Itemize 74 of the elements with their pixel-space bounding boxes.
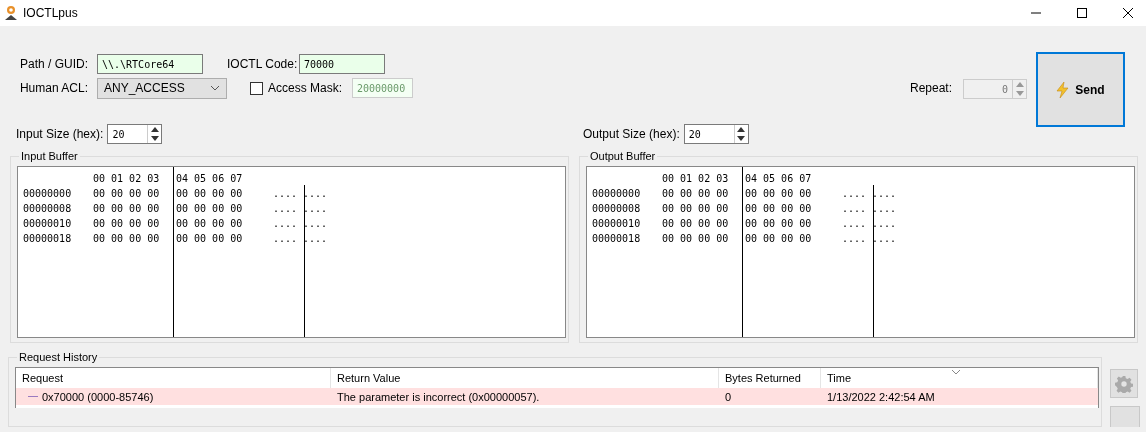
lightning-icon [1056, 81, 1071, 98]
ascii-text: .... [302, 203, 328, 214]
ascii-text: .... [842, 233, 868, 244]
address-text: 00000018 [22, 233, 73, 244]
ascii-text: .... [273, 218, 299, 229]
address-text: 00000008 [22, 203, 73, 214]
acl-dropdown[interactable]: ANY_ACCESS [97, 77, 227, 99]
path-label: Path / GUID: [18, 57, 88, 71]
send-button[interactable]: Send [1036, 52, 1125, 127]
hex-bytes: 00 00 00 00 [175, 203, 244, 214]
ascii-text: .... [871, 233, 897, 244]
ioctl-code-field[interactable]: 70000 [299, 54, 385, 74]
hex-bytes: 00 00 00 00 [93, 188, 161, 199]
ascii-text: .... [302, 188, 328, 199]
column-header: 04 05 06 07 [744, 173, 813, 184]
ascii-text: .... [302, 233, 328, 244]
hex-bytes: 00 00 00 00 [93, 233, 161, 244]
address-text: 00000000 [22, 188, 73, 199]
hex-bytes: 00 00 00 00 [93, 203, 161, 214]
repeat-label: Repeat: [909, 81, 952, 95]
address-text: 00000018 [591, 233, 642, 244]
tree-line-icon [28, 396, 38, 397]
table-cell: 0 [725, 390, 732, 403]
group-title: Request History [18, 351, 99, 363]
gear-icon [1115, 374, 1133, 393]
path-field[interactable]: \\.\RTCore64 [97, 54, 203, 74]
table-cell: 0x70000 (0000-85746) [42, 390, 154, 403]
close-icon[interactable] [1122, 7, 1134, 19]
column-header: 00 01 02 03 [93, 173, 161, 184]
hex-bytes: 00 00 00 00 [175, 218, 244, 229]
hex-bytes: 00 00 00 00 [744, 233, 813, 244]
column-header: 00 01 02 03 [662, 173, 730, 184]
hex-bytes: 00 00 00 00 [175, 233, 244, 244]
ascii-text: .... [842, 203, 868, 214]
ascii-text: .... [273, 188, 299, 199]
table-cell: 1/13/2022 2:42:54 AM [827, 390, 935, 403]
window-title: IOCTLpus [23, 6, 78, 20]
output-size-spinner[interactable]: 20 [683, 124, 749, 144]
hex-bytes: 00 00 00 00 [662, 188, 730, 199]
maximize-icon[interactable] [1076, 7, 1088, 19]
hex-bytes: 00 00 00 00 [744, 188, 813, 199]
chevron-icon [210, 85, 220, 91]
access-mask-label: Access Mask: [268, 81, 343, 95]
hex-bytes: 00 00 00 00 [662, 233, 730, 244]
ascii-text: .... [302, 218, 328, 229]
address-text: 00000008 [591, 203, 642, 214]
ascii-text: .... [871, 203, 897, 214]
table-cell: The parameter is incorrect (0x00000057). [337, 390, 540, 403]
hex-bytes: 00 00 00 00 [662, 203, 730, 214]
address-text: 00000010 [22, 218, 73, 229]
address-text: 00000000 [591, 188, 642, 199]
group-title: Input Buffer [20, 150, 79, 162]
history-row[interactable]: 0x70000 (0000-85746) The parameter is incorrect (0x00000057). 0 1/13/2022 2:42:54 AM [16, 388, 1098, 405]
ascii-text: .... [871, 188, 897, 199]
hex-bytes: 00 00 00 00 [175, 188, 244, 199]
input-size-label: Input Size (hex): [16, 127, 104, 141]
input-size-spinner[interactable]: 20 [107, 124, 163, 144]
ascii-text: .... [871, 218, 897, 229]
hex-bytes: 00 00 00 00 [662, 218, 730, 229]
column-header: 04 05 06 07 [175, 173, 244, 184]
hex-editor[interactable]: 00 01 02 03 04 05 06 07 00000000 00 00 00 00 00 00 00 00 .... .... 00000008 00 00 00 00 00 00 00 00 .... .... 00000010 00 00 00 00 00 00 00 00 .... .... 00000018 00 00 00 00 00 00 00 00 .... .... [17, 166, 566, 338]
ascii-text: .... [273, 233, 299, 244]
hex-editor[interactable]: 00 01 02 03 04 05 06 07 00000000 00 00 00 00 00 00 00 00 .... .... 00000008 00 00 00 00 00 00 00 00 .... .... 00000010 00 00 00 00 00 00 00 00 .... .... 00000018 00 00 00 00 00 00 00 00 .... .... [586, 166, 1135, 338]
address-text: 00000010 [591, 218, 642, 229]
hex-bytes: 00 00 00 00 [93, 218, 161, 229]
hex-bytes: 00 00 00 00 [744, 218, 813, 229]
output-size-label: Output Size (hex): [583, 127, 680, 141]
ascii-text: .... [273, 203, 299, 214]
hex-bytes: 00 00 00 00 [744, 203, 813, 214]
ascii-text: .... [842, 218, 868, 229]
acl-label: Human ACL: [18, 81, 88, 95]
group-title: Output Buffer [589, 150, 657, 162]
ascii-text: .... [842, 188, 868, 199]
ioctl-code-label: IOCTL Code: [227, 57, 299, 71]
